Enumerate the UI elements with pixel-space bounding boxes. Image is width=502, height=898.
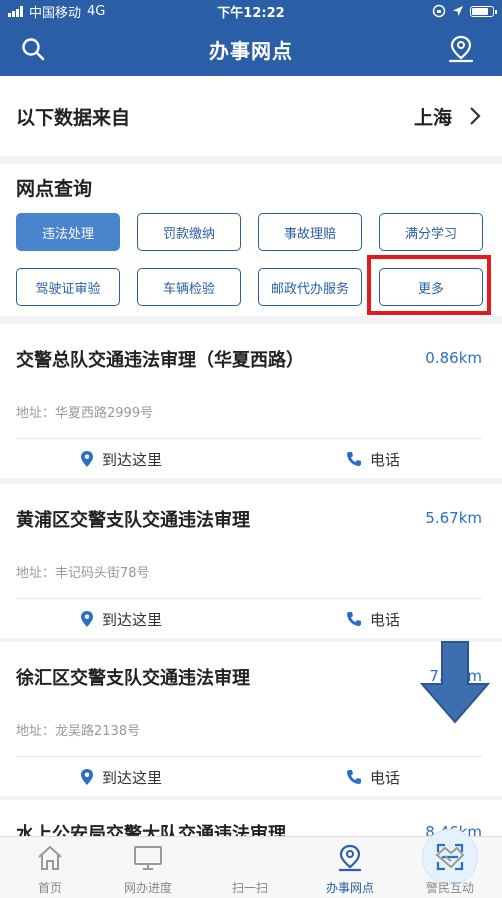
- phone-icon: [347, 452, 361, 466]
- nav-bar: 办事网点: [0, 22, 502, 76]
- location-person-icon: [339, 844, 361, 872]
- location-arrow-icon: [453, 6, 463, 16]
- signal-icon: [8, 5, 23, 17]
- tab-scan[interactable]: 扫一扫: [200, 829, 478, 896]
- navigate-label: 到达这里: [102, 610, 163, 629]
- tab-label: 网办进度: [123, 881, 172, 895]
- chip-postal-service[interactable]: 邮政代办服务: [258, 268, 362, 306]
- office-query-section: 网点查询 违法处理 罚款缴纳 事故理赔 满分学习 驾驶证审验 车辆检验 邮政代办…: [0, 156, 502, 316]
- office-address: 地址：华夏西路2999号: [16, 406, 154, 421]
- call-button[interactable]: 电话: [346, 608, 400, 630]
- nearby-location-button[interactable]: [444, 32, 478, 66]
- office-name: 黄浦区交警支队交通违法审理: [16, 510, 250, 531]
- office-card[interactable]: 黄浦区交警支队交通违法审理 5.67km 地址：丰记码头街78号 到达这里 电话: [0, 484, 502, 638]
- arrow-down-icon: [420, 641, 490, 724]
- divider: [16, 756, 482, 757]
- city-value: 上海: [413, 106, 452, 129]
- monitor-icon: [134, 846, 162, 870]
- office-card[interactable]: 水上公安局交警大队交通违法审理 8.46km: [0, 800, 502, 840]
- call-label: 电话: [370, 610, 401, 629]
- map-pin-icon: [81, 769, 93, 785]
- office-distance: 5.67km: [425, 509, 482, 527]
- tab-label: 警民互动: [425, 881, 474, 895]
- tab-offices[interactable]: 办事网点: [300, 843, 400, 896]
- navigate-button[interactable]: 到达这里: [80, 448, 162, 470]
- chip-violation-handling[interactable]: 违法处理: [16, 213, 120, 251]
- phone-icon: [347, 612, 361, 626]
- divider: [16, 438, 482, 439]
- navigate-label: 到达这里: [102, 768, 163, 787]
- handshake-icon: [435, 846, 465, 869]
- chip-license-review[interactable]: 驾驶证审验: [16, 268, 120, 306]
- data-source-label: 以下数据来自: [16, 106, 131, 129]
- page-title: 办事网点: [209, 38, 293, 63]
- tab-home[interactable]: 首页: [0, 843, 100, 896]
- navigate-button[interactable]: 到达这里: [80, 766, 162, 788]
- service-filter-chips: 违法处理 罚款缴纳 事故理赔 满分学习 驾驶证审验 车辆检验 邮政代办服务 更多: [16, 213, 491, 323]
- tab-label: 扫一扫: [231, 881, 268, 895]
- office-card[interactable]: 交警总队交通违法审理（华夏西路） 0.86km 地址：华夏西路2999号 到达这…: [0, 324, 502, 478]
- chip-full-score-study[interactable]: 满分学习: [379, 213, 483, 251]
- bottom-tab-bar: 首页 网办进度 扫一扫 办事网点 警民互动: [0, 829, 502, 898]
- tab-interaction[interactable]: 警民互动: [400, 843, 500, 896]
- navigate-label: 到达这里: [102, 450, 163, 469]
- chip-vehicle-inspection[interactable]: 车辆检验: [137, 268, 241, 306]
- carrier: 中国移动: [29, 5, 82, 21]
- chip-fine-payment[interactable]: 罚款缴纳: [137, 213, 241, 251]
- office-address: 地址：丰记码头街78号: [16, 566, 150, 581]
- divider: [16, 598, 482, 599]
- call-label: 电话: [370, 768, 401, 787]
- network-type: 4G: [87, 3, 106, 19]
- navigate-button[interactable]: 到达这里: [80, 608, 162, 630]
- query-title: 网点查询: [16, 178, 93, 200]
- office-name: 徐汇区交警支队交通违法审理: [16, 668, 250, 689]
- map-pin-icon: [81, 451, 93, 467]
- tab-label: 办事网点: [325, 881, 374, 895]
- location-person-icon: [448, 35, 474, 63]
- search-button[interactable]: [16, 32, 50, 66]
- chevron-right-icon: [470, 107, 481, 125]
- office-distance: 0.86km: [425, 349, 482, 367]
- data-source-row[interactable]: 以下数据来自 上海: [0, 76, 502, 156]
- call-label: 电话: [370, 450, 401, 469]
- battery-icon: [470, 5, 497, 17]
- status-bar: 中国移动 4G 下午12:22: [0, 0, 502, 22]
- office-name: 交警总队交通违法审理（华夏西路）: [16, 350, 304, 371]
- phone-icon: [347, 770, 361, 784]
- chip-accident-claim[interactable]: 事故理赔: [258, 213, 362, 251]
- call-button[interactable]: 电话: [346, 766, 400, 788]
- top-bar: 中国移动 4G 下午12:22 办事网点: [0, 0, 502, 76]
- map-pin-icon: [81, 611, 93, 627]
- highlight-box: [367, 255, 491, 315]
- search-icon: [22, 38, 45, 61]
- tab-progress[interactable]: 网办进度: [98, 843, 198, 896]
- home-icon: [38, 845, 62, 870]
- office-address: 地址：龙吴路2138号: [16, 724, 141, 739]
- call-button[interactable]: 电话: [346, 448, 400, 470]
- tab-label: 首页: [37, 881, 62, 895]
- orientation-lock-icon: [432, 4, 446, 18]
